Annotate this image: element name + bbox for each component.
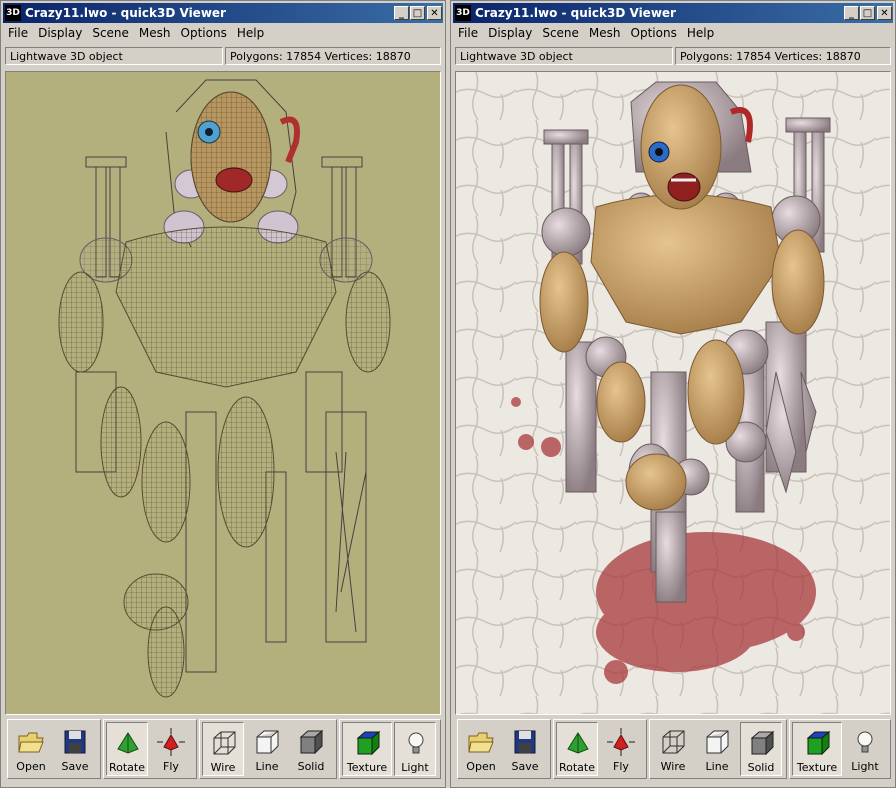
shading-group: Texture Light (789, 719, 891, 779)
floppy-disk-icon (514, 730, 536, 754)
fly-button[interactable]: Fly (150, 722, 192, 776)
window-title: Crazy11.lwo - quick3D Viewer (25, 6, 226, 20)
menu-bar: File Display Scene Mesh Options Help (453, 24, 893, 42)
line-button[interactable]: Line (696, 722, 738, 776)
menu-options[interactable]: Options (176, 24, 232, 40)
app-icon: 3D (455, 5, 471, 21)
menu-options[interactable]: Options (626, 24, 682, 40)
save-button[interactable]: Save (504, 722, 546, 776)
mesh-stats-label: Polygons: 17854 Vertices: 18870 (675, 47, 891, 65)
menu-file[interactable]: File (3, 24, 33, 40)
menu-display[interactable]: Display (33, 24, 87, 40)
viewer-window-wireframe: 3D Crazy11.lwo - quick3D Viewer _ □ ✕ Fi… (0, 0, 446, 788)
light-bulb-icon (857, 731, 873, 753)
wire-button[interactable]: Wire (652, 722, 694, 776)
fly-button[interactable]: Fly (600, 722, 642, 776)
menu-help[interactable]: Help (682, 24, 719, 40)
solid-button[interactable]: Solid (290, 722, 332, 776)
menu-help[interactable]: Help (232, 24, 269, 40)
open-folder-icon (468, 732, 494, 753)
minimize-button[interactable]: _ (844, 6, 859, 20)
texture-button[interactable]: Texture (792, 722, 842, 776)
save-button[interactable]: Save (54, 722, 96, 776)
maximize-button[interactable]: □ (410, 6, 425, 20)
light-button[interactable]: Light (844, 722, 886, 776)
textured-model (456, 72, 890, 714)
maximize-button[interactable]: □ (860, 6, 875, 20)
rotate-button[interactable]: Rotate (106, 722, 148, 776)
floppy-disk-icon (64, 730, 86, 754)
red-pyramid-arrows-icon (157, 728, 185, 756)
menu-mesh[interactable]: Mesh (134, 24, 176, 40)
light-bulb-icon (408, 732, 424, 754)
file-group: Open Save (7, 719, 101, 779)
menu-scene[interactable]: Scene (537, 24, 584, 40)
close-button[interactable]: ✕ (877, 6, 892, 20)
open-button[interactable]: Open (460, 722, 502, 776)
wire-button[interactable]: Wire (202, 722, 244, 776)
open-folder-icon (18, 732, 44, 753)
navigation-group: Rotate Fly (103, 719, 197, 779)
solid-cube-icon (750, 730, 775, 756)
menu-bar: File Display Scene Mesh Options Help (3, 24, 443, 42)
wireframe-cube-icon (662, 730, 685, 754)
red-pyramid-arrows-icon (607, 728, 635, 756)
object-type-label: Lightwave 3D object (455, 47, 673, 65)
shading-group: Texture Light (339, 719, 441, 779)
info-bar: Lightwave 3D object Polygons: 17854 Vert… (455, 45, 891, 69)
menu-file[interactable]: File (453, 24, 483, 40)
line-button[interactable]: Line (246, 722, 288, 776)
title-bar[interactable]: 3D Crazy11.lwo - quick3D Viewer _ □ ✕ (453, 3, 893, 23)
toolbar: Open Save Rotate Fly Wire Line Solid Tex… (455, 717, 891, 785)
menu-mesh[interactable]: Mesh (584, 24, 626, 40)
menu-display[interactable]: Display (483, 24, 537, 40)
mesh-stats-label: Polygons: 17854 Vertices: 18870 (225, 47, 441, 65)
app-icon: 3D (5, 5, 21, 21)
toolbar: Open Save Rotate Fly Wire Line Solid Tex… (5, 717, 441, 785)
solid-cube-icon (299, 729, 324, 755)
3d-viewport[interactable] (5, 71, 441, 715)
wireframe-cube-icon (213, 731, 236, 755)
rotate-button[interactable]: Rotate (556, 722, 598, 776)
render-mode-group: Wire Line Solid (649, 719, 787, 779)
minimize-button[interactable]: _ (394, 6, 409, 20)
navigation-group: Rotate Fly (553, 719, 647, 779)
line-cube-icon (706, 730, 729, 754)
file-group: Open Save (457, 719, 551, 779)
textured-cube-icon (356, 730, 381, 756)
line-cube-icon (256, 730, 279, 754)
green-pyramid-icon (117, 732, 139, 754)
menu-scene[interactable]: Scene (87, 24, 134, 40)
3d-viewport[interactable] (455, 71, 891, 715)
viewer-window-textured: 3D Crazy11.lwo - quick3D Viewer _ □ ✕ Fi… (450, 0, 896, 788)
window-title: Crazy11.lwo - quick3D Viewer (475, 6, 676, 20)
open-button[interactable]: Open (10, 722, 52, 776)
solid-button[interactable]: Solid (740, 722, 782, 776)
textured-cube-icon (806, 730, 831, 756)
render-mode-group: Wire Line Solid (199, 719, 337, 779)
close-button[interactable]: ✕ (427, 6, 442, 20)
object-type-label: Lightwave 3D object (5, 47, 223, 65)
title-bar[interactable]: 3D Crazy11.lwo - quick3D Viewer _ □ ✕ (3, 3, 443, 23)
green-pyramid-icon (567, 732, 589, 754)
wireframe-model (58, 79, 391, 698)
texture-button[interactable]: Texture (342, 722, 392, 776)
info-bar: Lightwave 3D object Polygons: 17854 Vert… (5, 45, 441, 69)
light-button[interactable]: Light (394, 722, 436, 776)
